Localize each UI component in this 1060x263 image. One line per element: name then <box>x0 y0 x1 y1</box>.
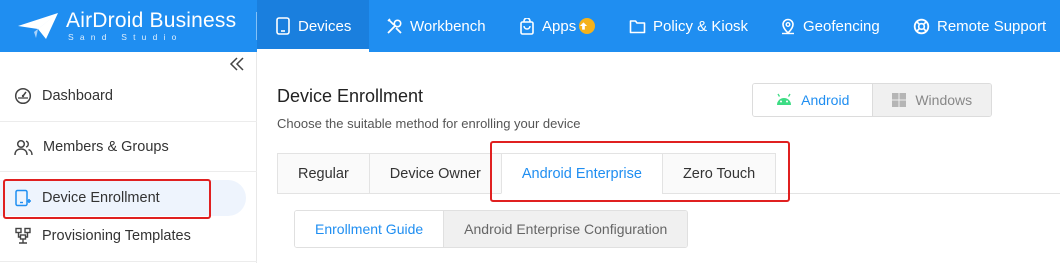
sidebar-item-dashboard-label: Dashboard <box>42 88 113 104</box>
sidebar-item-dashboard[interactable]: Dashboard <box>0 71 257 121</box>
windows-os-button[interactable]: Windows <box>871 84 991 116</box>
tab-android-enterprise[interactable]: Android Enterprise <box>500 153 662 194</box>
brand-logo[interactable]: AirDroid Business Sand Studio <box>16 8 236 44</box>
tab-regular[interactable]: Regular <box>277 153 369 194</box>
bag-icon <box>520 17 534 35</box>
nav-devices-label: Devices <box>298 17 352 35</box>
nav-devices[interactable]: Devices <box>257 0 369 52</box>
template-icon <box>15 227 31 244</box>
nav-geofencing-label: Geofencing <box>803 17 880 35</box>
windows-icon <box>892 93 907 107</box>
brand-title: AirDroid Business <box>66 9 237 33</box>
sidebar-item-members-groups-label: Members & Groups <box>43 139 169 155</box>
os-toggle: Android Windows <box>752 83 992 117</box>
phone-icon <box>276 17 290 35</box>
page-title: Device Enrollment <box>277 86 424 106</box>
sidebar-item-members-groups[interactable]: Members & Groups <box>0 122 257 172</box>
location-icon <box>782 18 794 34</box>
sidebar-item-provisioning-templates-label: Provisioning Templates <box>42 228 191 244</box>
brand-subtitle: Sand Studio <box>68 32 183 43</box>
page-subtitle: Choose the suitable method for enrolling… <box>277 116 581 131</box>
paper-plane-logo-icon <box>18 13 58 39</box>
enrollment-guide-button[interactable]: Enrollment Guide <box>295 211 444 247</box>
tools-icon <box>387 17 402 34</box>
device-add-icon <box>15 189 31 206</box>
tab-device-owner[interactable]: Device Owner <box>368 153 501 194</box>
dashboard-icon <box>14 87 32 105</box>
nav-remote-support-label: Remote Support <box>937 17 1047 35</box>
android-icon <box>777 93 792 105</box>
nav-workbench-label: Workbench <box>410 17 486 35</box>
collapse-sidebar-icon[interactable] <box>229 56 245 72</box>
folder-icon <box>629 19 646 33</box>
top-navigation-bar: AirDroid Business Sand Studio Devices Wo… <box>0 0 1060 52</box>
windows-os-label: Windows <box>915 92 973 108</box>
lifebuoy-icon <box>913 18 930 34</box>
android-enterprise-configuration-button[interactable]: Android Enterprise Configuration <box>443 211 688 247</box>
sidebar-item-provisioning-templates[interactable]: Provisioning Templates <box>0 211 257 261</box>
nav-apps-label: Apps <box>542 17 577 35</box>
arrow-up-icon <box>579 18 596 34</box>
enrollment-method-tabs: Regular Device Owner Android Enterprise … <box>277 153 777 194</box>
nav-apps[interactable]: Apps <box>519 0 596 52</box>
nav-remote-support[interactable]: Remote Support <box>913 0 1046 52</box>
nav-geofencing[interactable]: Geofencing <box>780 0 880 52</box>
sidebar-divider <box>0 261 257 262</box>
nav-policy-kiosk[interactable]: Policy & Kiosk <box>629 0 748 52</box>
nav-policy-kiosk-label: Policy & Kiosk <box>653 17 749 35</box>
tab-zero-touch[interactable]: Zero Touch <box>661 153 777 194</box>
android-os-label: Android <box>801 92 850 108</box>
sidebar-item-device-enrollment-label: Device Enrollment <box>42 190 160 206</box>
sidebar-divider <box>0 171 257 172</box>
android-enterprise-subtabs: Enrollment Guide Android Enterprise Conf… <box>294 210 689 248</box>
android-os-button[interactable]: Android <box>753 84 872 116</box>
users-icon <box>14 139 33 155</box>
nav-workbench[interactable]: Workbench <box>386 0 486 52</box>
